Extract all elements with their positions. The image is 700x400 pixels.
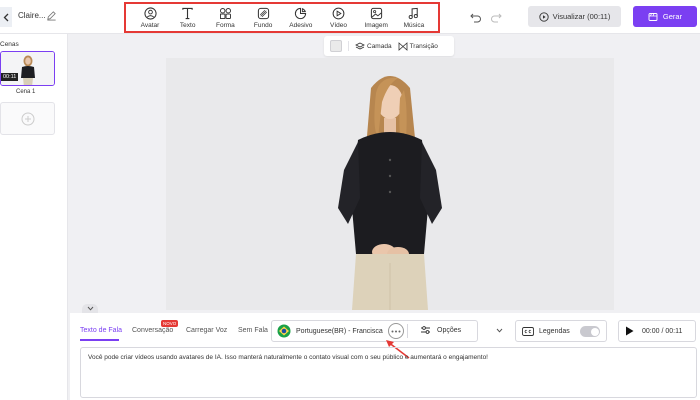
new-badge: NOVO <box>161 320 179 327</box>
background-color-swatch[interactable] <box>330 40 342 52</box>
sidebar-title: Cenas <box>0 41 19 48</box>
tool-label: Fundo <box>253 22 273 29</box>
more-horizontal-icon <box>391 330 401 332</box>
video-canvas[interactable] <box>166 58 614 310</box>
preview-button[interactable]: Visualizar (00:11) <box>528 6 621 27</box>
tool-shape[interactable]: Forma <box>211 4 239 31</box>
layers-icon <box>355 42 365 49</box>
tool-sticker[interactable]: Adesivo <box>287 4 315 31</box>
captions-icon <box>522 326 534 336</box>
tool-label: Avatar <box>140 22 160 29</box>
tool-video[interactable]: Vídeo <box>325 4 353 31</box>
tab-upload-voice[interactable]: Carregar Voz <box>186 327 227 334</box>
subtitles-toggle[interactable] <box>580 326 600 337</box>
tool-background[interactable]: Fundo <box>249 4 277 31</box>
script-text: Você pode criar vídeos usando avatares d… <box>88 354 488 361</box>
tool-label: Texto <box>179 22 196 29</box>
back-button[interactable] <box>0 7 12 27</box>
play-icon[interactable] <box>625 326 634 336</box>
script-textarea[interactable]: Você pode criar vídeos usando avatares d… <box>80 347 697 398</box>
tab-conversation[interactable]: Conversação <box>132 327 173 334</box>
film-icon <box>648 12 658 21</box>
play-circle-icon <box>539 11 549 22</box>
chevron-down-icon <box>87 306 93 311</box>
options-label: Opções <box>437 326 462 334</box>
redo-icon[interactable] <box>490 11 502 23</box>
divider <box>407 324 408 338</box>
subtitles-label: Legendas <box>539 327 570 335</box>
layer-button[interactable]: Camada <box>355 42 392 51</box>
subtitles-control: Legendas <box>515 320 607 342</box>
script-panel: Texto de Fala Conversação NOVO Carregar … <box>70 313 700 400</box>
tool-music[interactable]: Música <box>400 4 428 31</box>
layer-label: Camada <box>367 42 392 50</box>
tool-label: Adesivo <box>289 22 313 29</box>
transition-button[interactable]: Transição <box>398 41 438 51</box>
scene-duration: 00:11 <box>1 73 19 81</box>
tool-label: Vídeo <box>330 22 348 29</box>
music-icon <box>409 7 419 20</box>
scenes-sidebar: Cenas 00:11 Cena 1 <box>0 34 68 400</box>
tool-label: Música <box>403 22 425 29</box>
tool-label: Forma <box>216 22 235 29</box>
playback-control: 00:00 / 00:11 <box>618 320 696 342</box>
transition-label: Transição <box>409 42 438 50</box>
chevron-left-icon <box>3 13 9 21</box>
tool-image[interactable]: Imagem <box>362 4 390 31</box>
add-scene-button[interactable] <box>0 102 55 135</box>
avatar-figure <box>338 76 442 310</box>
scene-label: Cena 1 <box>16 89 36 95</box>
voice-selector[interactable]: Portuguese(BR) - Francisca Opções <box>271 320 503 342</box>
transition-icon <box>398 41 407 51</box>
pencil-icon[interactable] <box>46 10 57 21</box>
generate-button[interactable]: Gerar <box>633 6 697 27</box>
avatar-icon <box>143 7 157 20</box>
shapes-icon <box>219 8 231 19</box>
video-icon <box>332 7 345 20</box>
undo-icon[interactable] <box>470 11 482 23</box>
project-name[interactable]: Claire... <box>18 11 46 20</box>
chevron-down-icon <box>496 328 503 333</box>
plus-circle-icon <box>21 112 34 125</box>
top-bar: Claire... Avatar Texto Forma Fundo Adesi… <box>0 0 700 34</box>
background-icon <box>257 7 269 20</box>
generate-label: Gerar <box>662 12 683 21</box>
preview-label: Visualizar (00:11) <box>552 12 611 21</box>
brazil-flag-icon <box>277 324 291 338</box>
insert-toolbar: Avatar Texto Forma Fundo Adesivo Vídeo I… <box>124 2 440 33</box>
tab-no-speech[interactable]: Sem Fala <box>238 327 268 334</box>
text-icon <box>182 7 193 20</box>
playback-time: 00:00 / 00:11 <box>642 327 683 335</box>
options-dropdown[interactable]: Opções <box>420 325 461 335</box>
sticker-icon <box>295 7 307 20</box>
tool-text[interactable]: Texto <box>174 4 202 31</box>
divider <box>348 41 349 51</box>
sliders-icon <box>421 326 430 334</box>
active-tab-indicator <box>80 339 119 341</box>
tool-label: Imagem <box>364 22 388 29</box>
scene-thumbnail[interactable]: 00:11 <box>0 51 55 86</box>
tool-avatar[interactable]: Avatar <box>136 4 164 31</box>
tab-text-to-speech[interactable]: Texto de Fala <box>80 327 122 334</box>
canvas-toolbar: Camada Transição <box>324 36 454 56</box>
image-icon <box>370 7 382 20</box>
voice-name: Portuguese(BR) - Francisca <box>296 327 383 335</box>
collapse-panel-button[interactable] <box>82 304 98 313</box>
